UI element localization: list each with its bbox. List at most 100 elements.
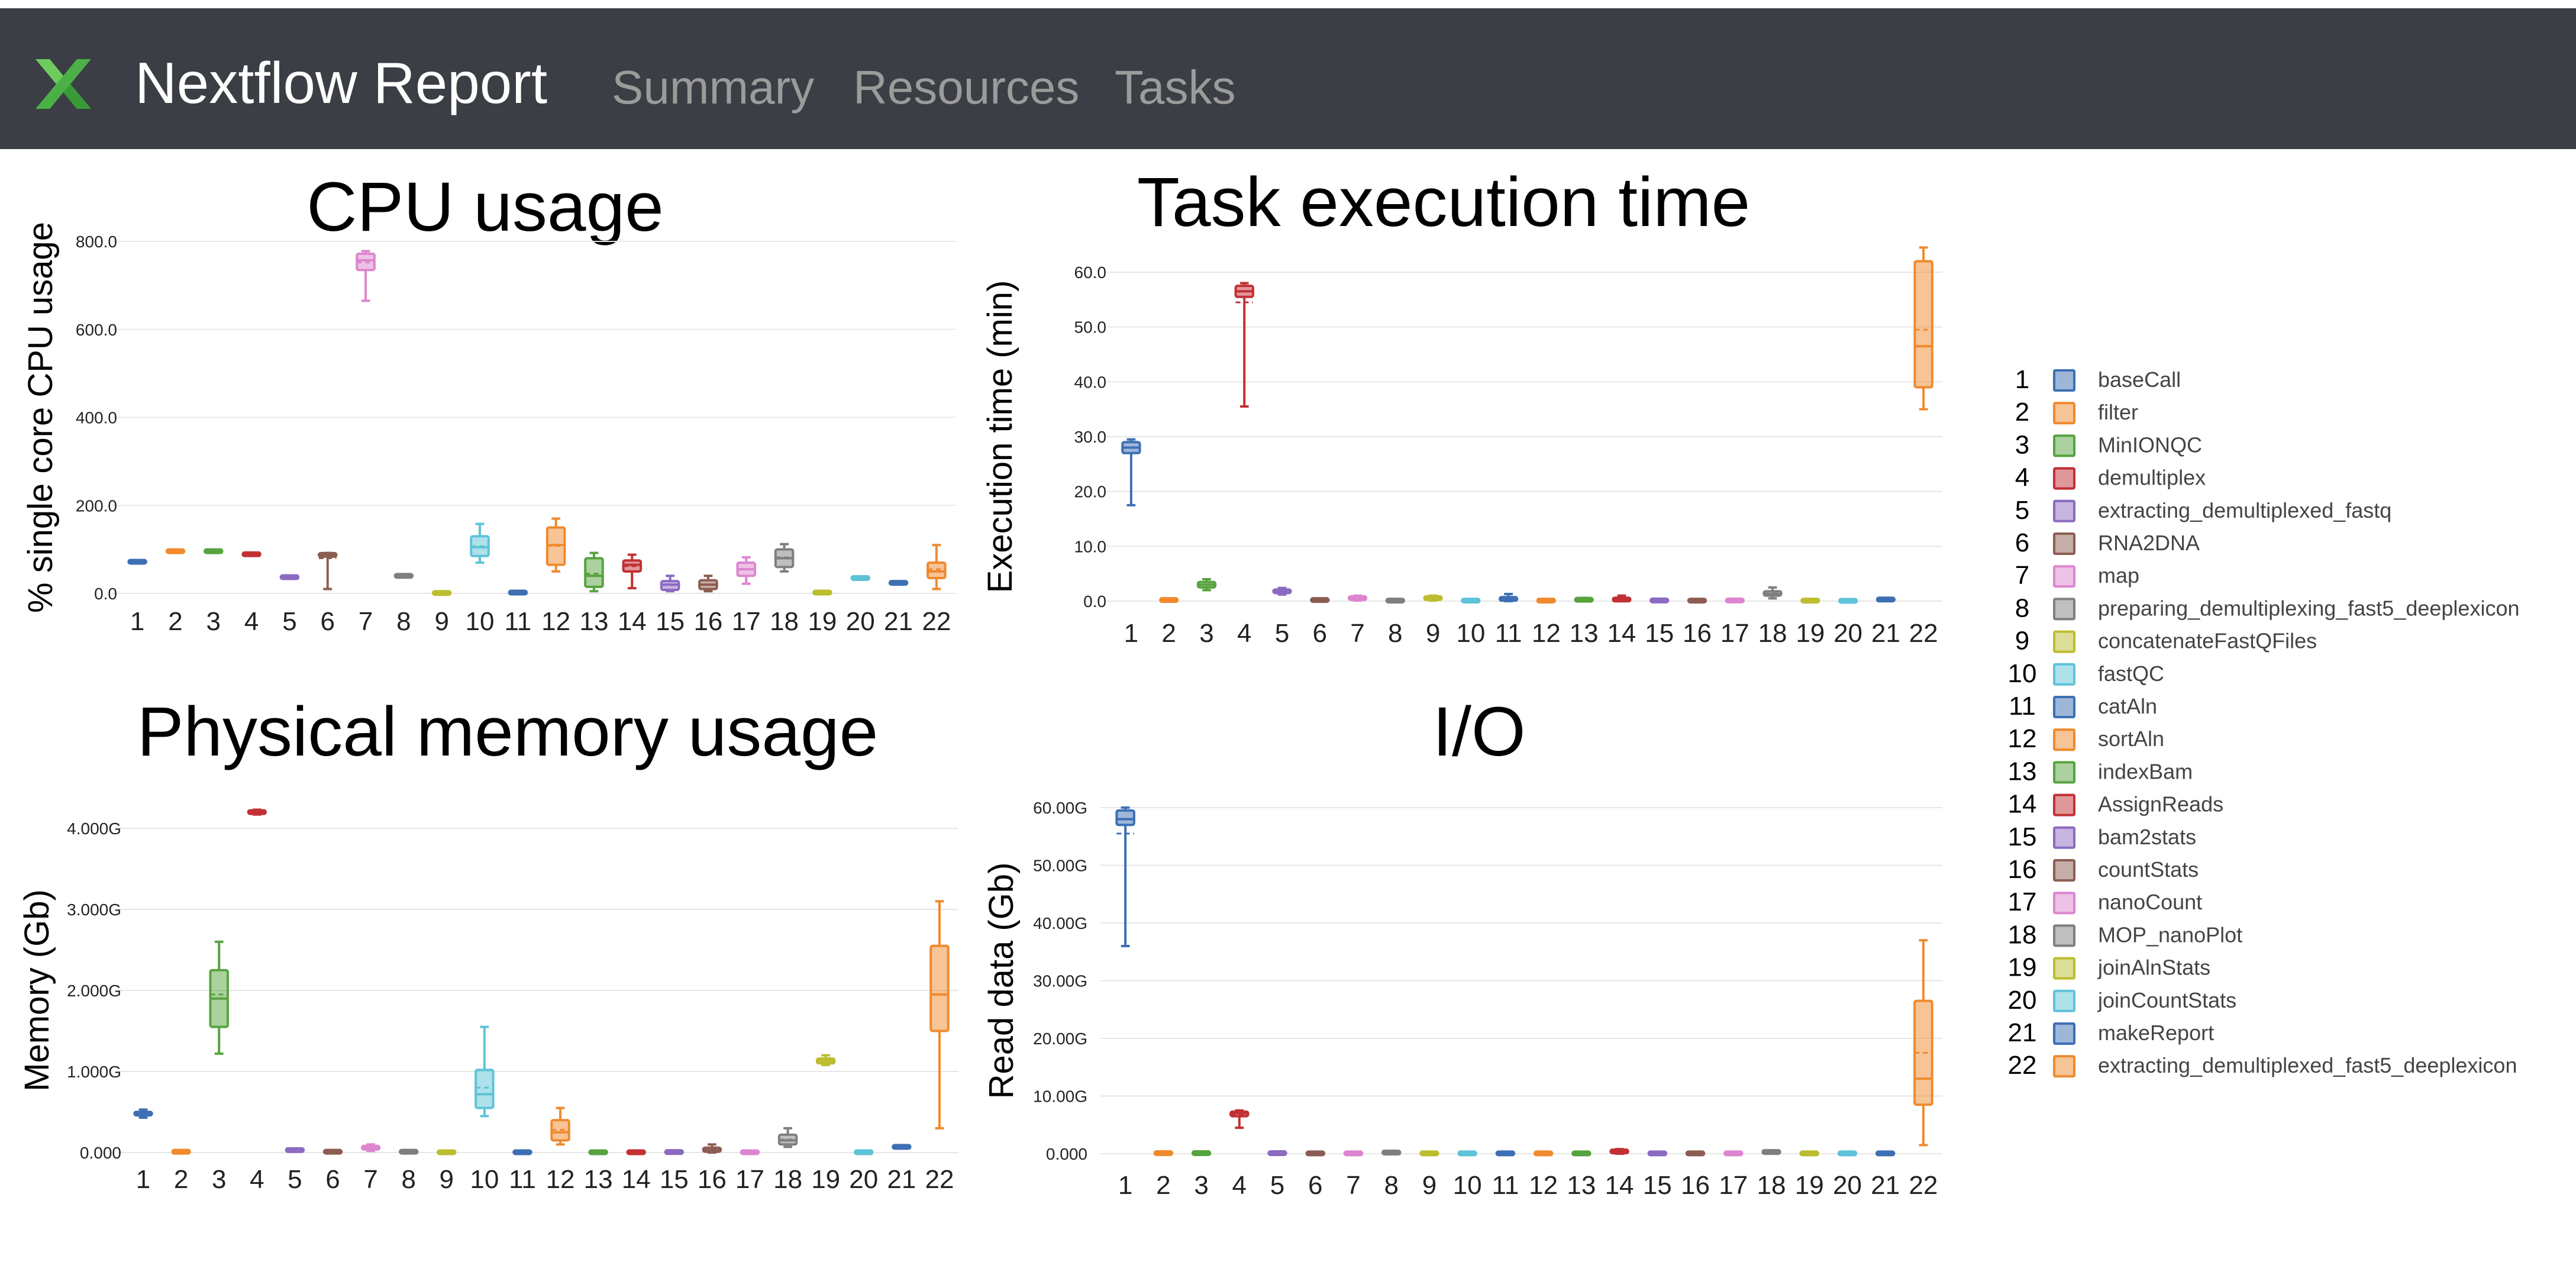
box-8[interactable] xyxy=(1381,1150,1402,1156)
box-14[interactable] xyxy=(1609,1148,1629,1155)
box-15[interactable] xyxy=(664,1149,685,1156)
box-2[interactable] xyxy=(171,1148,191,1155)
box-4[interactable] xyxy=(247,808,267,816)
box-18[interactable] xyxy=(1762,586,1783,600)
box-19[interactable] xyxy=(1800,598,1820,604)
box-6[interactable] xyxy=(322,1148,343,1155)
legend-item[interactable]: 13 indexBam xyxy=(2008,757,2193,786)
box-3[interactable] xyxy=(1196,577,1217,592)
box-11[interactable] xyxy=(512,1149,532,1156)
box-12[interactable] xyxy=(550,1106,570,1146)
box-20[interactable] xyxy=(1838,598,1858,604)
box-6[interactable] xyxy=(1305,1150,1326,1157)
box-22[interactable] xyxy=(1913,246,1933,411)
box-11[interactable] xyxy=(1495,1150,1516,1157)
box-1[interactable] xyxy=(127,559,147,565)
box-16[interactable] xyxy=(698,574,718,593)
legend-item[interactable]: 16 countStats xyxy=(2008,855,2199,884)
box-10[interactable] xyxy=(474,1025,495,1118)
box-22[interactable] xyxy=(1913,939,1933,1147)
legend-item[interactable]: 10 fastQC xyxy=(2008,659,2165,688)
box-4[interactable] xyxy=(1229,1109,1250,1129)
box-7[interactable] xyxy=(1343,1150,1364,1157)
box-15[interactable] xyxy=(1647,1150,1668,1157)
box-14[interactable] xyxy=(626,1149,646,1156)
legend-item[interactable]: 12 sortAln xyxy=(2008,724,2165,753)
legend-item[interactable]: 5 extracting_demultiplexed_fastq xyxy=(2015,496,2392,525)
box-15[interactable] xyxy=(660,574,680,593)
box-20[interactable] xyxy=(1837,1150,1858,1157)
legend-item[interactable]: 18 MOP_nanoPlot xyxy=(2008,920,2243,949)
box-9[interactable] xyxy=(1419,1150,1439,1157)
box-8[interactable] xyxy=(1385,598,1405,604)
box-21[interactable] xyxy=(1875,1150,1896,1157)
legend-item[interactable]: 8 preparing_demultiplexing_fast5_deeplexi… xyxy=(2015,593,2520,622)
box-15[interactable] xyxy=(1649,597,1670,603)
box-5[interactable] xyxy=(279,574,300,580)
box-2[interactable] xyxy=(165,548,186,554)
box-13[interactable] xyxy=(1574,596,1594,603)
box-12[interactable] xyxy=(1533,1150,1554,1157)
box-13[interactable] xyxy=(1571,1150,1592,1157)
box-13[interactable] xyxy=(588,1149,608,1156)
box-2[interactable] xyxy=(1153,1150,1174,1157)
box-18[interactable] xyxy=(1761,1149,1781,1156)
box-10[interactable] xyxy=(1457,1150,1477,1157)
box-7[interactable] xyxy=(356,250,376,302)
box-17[interactable] xyxy=(736,556,757,585)
box-20[interactable] xyxy=(850,574,870,581)
box-1[interactable] xyxy=(1121,438,1141,506)
legend-item[interactable]: 17 nanoCount xyxy=(2008,887,2203,916)
box-9[interactable] xyxy=(1423,594,1443,602)
box-6[interactable] xyxy=(317,551,338,590)
box-12[interactable] xyxy=(1536,598,1557,604)
box-17[interactable] xyxy=(1725,597,1745,603)
legend-item[interactable]: 9 concatenateFastQFiles xyxy=(2015,627,2317,656)
box-21[interactable] xyxy=(1875,596,1896,603)
box-10[interactable] xyxy=(1461,598,1481,604)
box-5[interactable] xyxy=(1272,586,1292,596)
box-11[interactable] xyxy=(508,589,528,596)
box-17[interactable] xyxy=(740,1149,760,1156)
legend-item[interactable]: 11 catAln xyxy=(2009,692,2157,721)
box-5[interactable] xyxy=(1267,1150,1287,1157)
legend-item[interactable]: 1 baseCall xyxy=(2015,365,2181,394)
legend-item[interactable]: 15 bam2stats xyxy=(2008,822,2197,851)
box-9[interactable] xyxy=(431,590,452,596)
box-19[interactable] xyxy=(815,1054,836,1067)
legend-item[interactable]: 7 map xyxy=(2015,561,2139,590)
box-8[interactable] xyxy=(398,1148,419,1155)
box-22[interactable] xyxy=(929,900,950,1129)
box-7[interactable] xyxy=(360,1143,381,1153)
box-1[interactable] xyxy=(133,1108,153,1119)
box-14[interactable] xyxy=(1612,594,1632,603)
box-17[interactable] xyxy=(1723,1150,1744,1157)
box-12[interactable] xyxy=(545,517,566,573)
box-2[interactable] xyxy=(1158,597,1179,603)
legend-item[interactable]: 21 makeReport xyxy=(2008,1018,2215,1047)
box-10[interactable] xyxy=(470,522,490,564)
box-13[interactable] xyxy=(584,551,604,593)
box-9[interactable] xyxy=(437,1149,457,1156)
box-16[interactable] xyxy=(702,1143,722,1154)
legend-item[interactable]: 2 filter xyxy=(2015,398,2138,427)
legend-item[interactable]: 4 demultiplex xyxy=(2015,463,2206,492)
legend-item[interactable]: 3 MinIONQC xyxy=(2015,430,2202,459)
legend-item[interactable]: 19 joinAlnStats xyxy=(2008,953,2211,982)
box-8[interactable] xyxy=(393,573,414,579)
box-16[interactable] xyxy=(1687,598,1707,604)
box-16[interactable] xyxy=(1685,1150,1706,1157)
box-5[interactable] xyxy=(285,1147,305,1153)
box-21[interactable] xyxy=(892,1144,912,1150)
box-3[interactable] xyxy=(204,548,224,554)
box-18[interactable] xyxy=(777,1127,798,1148)
box-19[interactable] xyxy=(812,589,832,596)
legend-item[interactable]: 6 RNA2DNA xyxy=(2015,528,2200,557)
box-3[interactable] xyxy=(209,940,229,1055)
box-7[interactable] xyxy=(1347,594,1368,602)
box-20[interactable] xyxy=(854,1149,874,1156)
box-21[interactable] xyxy=(888,580,909,586)
box-14[interactable] xyxy=(622,553,643,590)
box-4[interactable] xyxy=(241,551,262,557)
box-11[interactable] xyxy=(1498,592,1519,602)
